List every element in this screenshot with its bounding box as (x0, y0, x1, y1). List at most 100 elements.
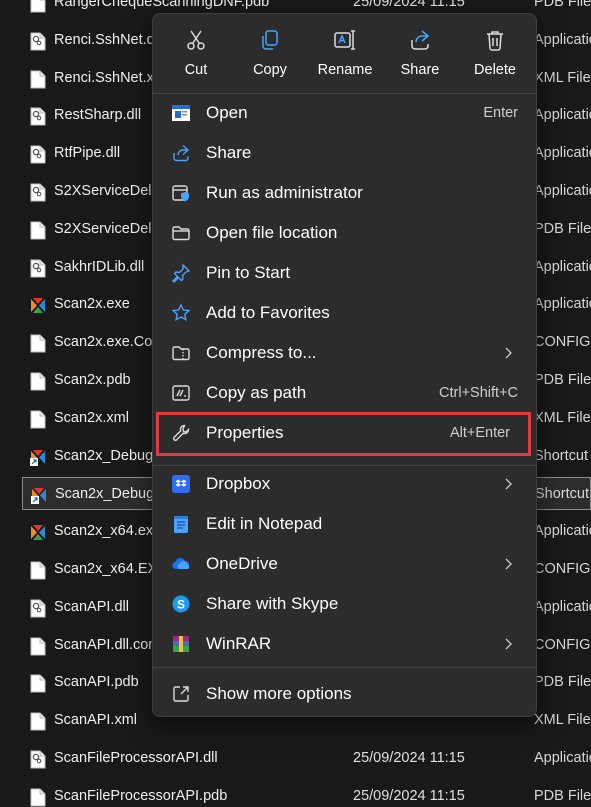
winrar-icon (171, 634, 191, 654)
menu-item-onedrive[interactable]: OneDrive (158, 545, 532, 583)
file-type: Applicatio (534, 598, 591, 615)
delete-icon (483, 28, 507, 52)
file-type: PDB File (534, 372, 591, 388)
menu-item-copy-as-path[interactable]: Copy as path Ctrl+Shift+C (158, 374, 532, 412)
chevron-right-icon (502, 637, 514, 651)
file-name: SakhrIDLib.dll (54, 258, 145, 275)
file-type: Applicatio (534, 523, 591, 540)
menu-item-pin-to-start[interactable]: Pin to Start (158, 254, 532, 292)
menu-item-label: OneDrive (206, 554, 278, 573)
gear-doc-icon (30, 750, 46, 769)
file-name: Scan2x_Debug (54, 447, 154, 464)
file-name: ScanFileProcessorAPI.dll (54, 750, 218, 766)
menu-item-label: Run as administrator (206, 183, 363, 202)
share-button[interactable]: Share (383, 24, 457, 86)
menu-item-edit-in-notepad[interactable]: Edit in Notepad (158, 505, 532, 543)
menu-item-share-with-skype[interactable]: S Share with Skype (158, 585, 532, 623)
menu-item-label: WinRAR (206, 634, 272, 653)
menu-item-label: Show more options (206, 684, 352, 703)
wrench-icon (171, 423, 191, 443)
onedrive-icon (171, 554, 191, 574)
file-type: Applicatio (534, 183, 591, 199)
doc-icon (30, 637, 46, 656)
file-name: RestSharp.dll (54, 107, 142, 124)
chevron-right-icon (502, 477, 514, 491)
folder-icon (171, 223, 191, 243)
file-name: Scan2x.exe (54, 296, 130, 313)
menu-item-label: Open file location (206, 223, 338, 242)
file-row[interactable]: ScanFileProcessorAPI.pdb 25/09/2024 11:15… (22, 780, 591, 807)
share-icon (171, 143, 191, 163)
gear-doc-icon (30, 599, 46, 618)
quick-action-bar: Cut Copy Rename Share Delete (153, 14, 536, 92)
gear-doc-icon (30, 183, 46, 202)
file-name: S2XServiceDele (54, 183, 160, 199)
menu-item-run-as-administrator[interactable]: Run as administrator (158, 174, 532, 212)
zip-icon (171, 343, 191, 363)
context-menu: Cut Copy Rename Share Delete Open Enter … (152, 13, 537, 717)
file-name: Scan2x_x64.exe (54, 523, 162, 540)
delete-button[interactable]: Delete (458, 24, 532, 86)
file-type: CONFIG F (534, 334, 591, 351)
file-type: PDB File (534, 0, 591, 10)
file-name: Scan2x.pdb (54, 372, 131, 388)
file-name: ScanAPI.dll.con (54, 636, 157, 653)
file-type: CONFIG F (534, 636, 591, 653)
menu-item-dropbox[interactable]: Dropbox (158, 465, 532, 503)
cut-label: Cut (184, 62, 208, 78)
scan2x-logo-icon (30, 523, 46, 542)
doc-icon (30, 0, 46, 13)
chevron-right-icon (502, 557, 514, 571)
file-type: Applicatio (534, 750, 591, 766)
gear-doc-icon (30, 107, 46, 126)
menu-item-add-to-favorites[interactable]: Add to Favorites (158, 294, 532, 332)
shield-icon (171, 183, 191, 203)
file-type: PDB File (534, 220, 591, 237)
file-name: ScanAPI.pdb (54, 674, 139, 691)
more-options-icon (171, 684, 191, 704)
menu-item-shortcut: Alt+Enter (449, 425, 510, 441)
gear-doc-icon (30, 32, 46, 51)
file-type: Shortcut (534, 447, 588, 464)
doc-icon (30, 334, 46, 353)
file-type: Applicatio (534, 31, 591, 48)
file-type: Applicatio (534, 258, 591, 275)
rename-button[interactable]: Rename (308, 24, 382, 86)
shortcut-icon (31, 486, 47, 505)
file-type: CONFIG F (534, 561, 591, 577)
delete-label: Delete (474, 62, 516, 78)
menu-item-show-more-options[interactable]: Show more options (158, 675, 532, 713)
file-type: XML File (534, 409, 591, 426)
chevron-right-icon (502, 346, 514, 360)
doc-icon (30, 410, 46, 429)
menu-item-share[interactable]: Share (158, 134, 532, 172)
file-type: XML File (534, 712, 591, 729)
doc-icon (30, 788, 46, 807)
menu-item-winrar[interactable]: WinRAR (158, 625, 532, 663)
menu-item-open[interactable]: Open Enter (158, 94, 532, 132)
file-row[interactable]: ScanFileProcessorAPI.dll 25/09/2024 11:15… (22, 742, 591, 775)
rename-icon (333, 28, 357, 52)
copy-label: Copy (253, 62, 287, 78)
menu-item-compress-to[interactable]: Compress to... (158, 334, 532, 372)
open-icon (171, 103, 191, 123)
file-type: PDB File (534, 674, 591, 691)
file-name: ScanAPI.dll (54, 598, 129, 615)
star-icon (171, 303, 191, 323)
rename-label: Rename (317, 62, 373, 78)
path-icon (171, 383, 191, 403)
cut-button[interactable]: Cut (159, 24, 233, 86)
menu-item-label: Share with Skype (206, 594, 339, 613)
menu-item-open-file-location[interactable]: Open file location (158, 214, 532, 252)
copy-button[interactable]: Copy (233, 24, 307, 86)
menu-item-label: Add to Favorites (206, 303, 330, 322)
menu-item-properties[interactable]: Properties Alt+Enter (158, 414, 532, 452)
pin-icon (171, 263, 191, 283)
file-name: ScanFileProcessorAPI.pdb (54, 787, 228, 804)
copy-icon (258, 28, 282, 52)
doc-icon (30, 372, 46, 391)
menu-item-label: Compress to... (206, 343, 317, 362)
menu-item-label: Edit in Notepad (206, 514, 323, 533)
notepad-icon (171, 514, 191, 534)
menu-item-label: Open (206, 103, 248, 122)
